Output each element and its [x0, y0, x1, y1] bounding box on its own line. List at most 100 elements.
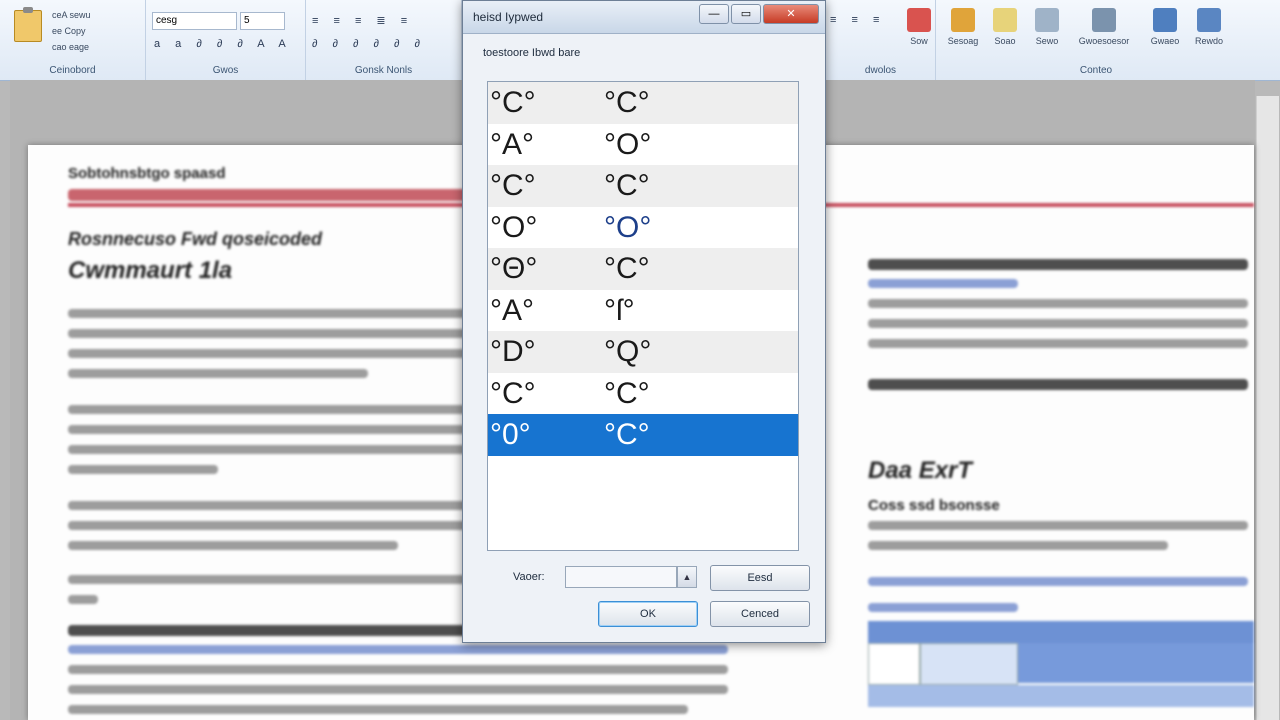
- doc-text-line: [68, 705, 688, 714]
- clipboard-item-1[interactable]: ceA sewu: [52, 10, 91, 20]
- doc-right-line: [868, 299, 1248, 308]
- symbol-cell[interactable]: °C°: [604, 82, 650, 123]
- symbol-cell[interactable]: °O°: [604, 207, 651, 248]
- symbol-list-label: toestoore Ibwd bare: [483, 47, 581, 59]
- symbol-row[interactable]: °A° °O°: [488, 124, 798, 166]
- doc-heading-small: Sobtohnsbtgo spaasd: [68, 165, 226, 182]
- doc-table-row: [868, 685, 1254, 707]
- doc-text-line: [68, 501, 468, 510]
- symbol-row[interactable]: °D° °Q°: [488, 331, 798, 373]
- clipboard-item-3[interactable]: cao eage: [52, 42, 89, 52]
- name-dropdown-button[interactable]: ▲: [677, 566, 697, 588]
- cancel-button[interactable]: Cenced: [710, 601, 810, 627]
- paragraph-icons-row2[interactable]: ∂ ∂ ∂ ∂ ∂ ∂: [312, 38, 426, 50]
- symbol-cell[interactable]: °C°: [604, 165, 650, 206]
- doc-text-line: [68, 645, 728, 654]
- doc-text-line: [68, 445, 468, 454]
- font-name-box[interactable]: cesg: [152, 12, 237, 30]
- doc-text-line: [68, 405, 468, 414]
- symbol-cell[interactable]: °ſ°: [604, 290, 635, 331]
- doc-text-line: [68, 575, 468, 584]
- paragraph-icons-row1[interactable]: ≡ ≡ ≡ ≣ ≡: [312, 14, 413, 27]
- symbol-cell[interactable]: °O°: [490, 207, 537, 248]
- symbol-row-selected[interactable]: °0° °C°: [488, 414, 798, 456]
- symbol-cell[interactable]: °A°: [490, 124, 534, 165]
- ribbon-group-label: Conteo: [1079, 65, 1113, 76]
- symbol-row[interactable]: °C° °C°: [488, 165, 798, 207]
- doc-text-line: [68, 309, 468, 318]
- symbol-row[interactable]: °C° °C°: [488, 373, 798, 415]
- symbol-icon: [1092, 8, 1116, 32]
- minimize-button[interactable]: —: [699, 4, 729, 24]
- symbol-cell[interactable]: °C°: [490, 373, 536, 414]
- ribbon-group-paragraph: ≡ ≡ ≡ ≣ ≡ ∂ ∂ ∂ ∂ ∂ ∂ Gonsk Nonls: [306, 0, 462, 80]
- symbol-row[interactable]: °O° °O°: [488, 207, 798, 249]
- ribbon-button-3[interactable]: Sewo: [1020, 6, 1074, 62]
- doc-selected-text: [868, 621, 1254, 643]
- doc-right-line: [868, 259, 1248, 270]
- symbol-cell[interactable]: °A°: [490, 290, 534, 331]
- symbol-cell[interactable]: °D°: [490, 331, 536, 372]
- doc-right-line: [868, 379, 1248, 390]
- doc-right-line: [868, 541, 1168, 550]
- symbol-cell[interactable]: °C°: [604, 248, 650, 289]
- paste-icon[interactable]: [14, 7, 42, 42]
- insert-button[interactable]: Eesd: [710, 565, 810, 591]
- find-icon: [951, 8, 975, 32]
- ribbon-group-label: Gwos: [212, 65, 239, 76]
- redo-icon: [1197, 8, 1221, 32]
- styles-icons[interactable]: ≡ ≡ ≡: [830, 14, 885, 26]
- ribbon-group-clipboard: ceA sewu ee Copy cao eage Ceinobord: [0, 0, 146, 80]
- clipboard-item-2[interactable]: ee Copy: [52, 26, 86, 36]
- ribbon-button-6[interactable]: Rewdo: [1182, 6, 1236, 62]
- replace-icon: [993, 8, 1017, 32]
- dialog-titlebar[interactable]: heisd Iypwed — ▭ ✕: [463, 1, 825, 34]
- ok-button[interactable]: OK: [598, 601, 698, 627]
- symbol-cell[interactable]: °Θ°: [490, 248, 537, 289]
- symbol-list[interactable]: °C° °C° °A° °O° °C° °C° °O° °O° °Θ° °C° °A° °ſ…: [487, 81, 799, 551]
- doc-table-cell: [920, 643, 1018, 685]
- symbol-row[interactable]: °C° °C°: [488, 82, 798, 124]
- doc-text-line: [68, 329, 468, 338]
- doc-text-line: [68, 595, 98, 604]
- symbol-cell[interactable]: °C°: [490, 165, 536, 206]
- ribbon-group-label: Gonsk Nonls: [354, 65, 413, 76]
- ribbon-group-label: dwolos: [864, 65, 897, 76]
- name-label: Vaoer:: [513, 571, 545, 583]
- doc-text-line: [68, 425, 468, 434]
- name-input[interactable]: [565, 566, 677, 588]
- symbol-cell[interactable]: °C°: [490, 82, 536, 123]
- doc-link-line[interactable]: [868, 577, 1248, 586]
- doc-text-line: [68, 665, 728, 674]
- symbol-cell[interactable]: °0°: [490, 414, 531, 455]
- symbol-row[interactable]: °A° °ſ°: [488, 290, 798, 332]
- doc-heading-large: Cwmmaurt 1la: [68, 257, 233, 284]
- doc-table-cell: [1018, 643, 1254, 683]
- doc-table-cell: [868, 643, 920, 685]
- select-icon: [1035, 8, 1059, 32]
- ribbon-group-styles: ≡ ≡ ≡ dwolos Sow: [826, 0, 936, 80]
- share-icon: [1153, 8, 1177, 32]
- doc-text-line: [68, 465, 218, 474]
- doc-text-line: [68, 369, 368, 378]
- maximize-button[interactable]: ▭: [731, 4, 761, 24]
- doc-text-line: [68, 685, 728, 694]
- close-button[interactable]: ✕: [763, 4, 819, 24]
- ribbon-group-font: cesg 5 a a ∂ ∂ ∂ A A Gwos: [146, 0, 306, 80]
- doc-text-line: [68, 349, 468, 358]
- ribbon-group-label: Ceinobord: [49, 65, 96, 76]
- styles-icon: [907, 8, 931, 32]
- font-size-box[interactable]: 5: [240, 12, 285, 30]
- font-format-icons[interactable]: a a ∂ ∂ ∂ A A: [154, 38, 292, 50]
- doc-link-line[interactable]: [868, 603, 1018, 612]
- symbol-cell[interactable]: °O°: [604, 124, 651, 165]
- document-scrollbar[interactable]: [1256, 96, 1279, 720]
- doc-right-subheading: Coss ssd bsonsse: [868, 497, 1000, 514]
- symbol-cell[interactable]: °C°: [604, 414, 650, 455]
- ribbon-group-editing: Sesoag Soao Sewo Gwoesoesor Gwaeo Rewdo …: [936, 0, 1256, 80]
- symbol-cell[interactable]: °Q°: [604, 331, 651, 372]
- symbol-cell[interactable]: °C°: [604, 373, 650, 414]
- symbol-row[interactable]: °Θ° °C°: [488, 248, 798, 290]
- doc-right-line: [868, 279, 1018, 288]
- ribbon-button-4[interactable]: Gwoesoesor: [1072, 6, 1136, 62]
